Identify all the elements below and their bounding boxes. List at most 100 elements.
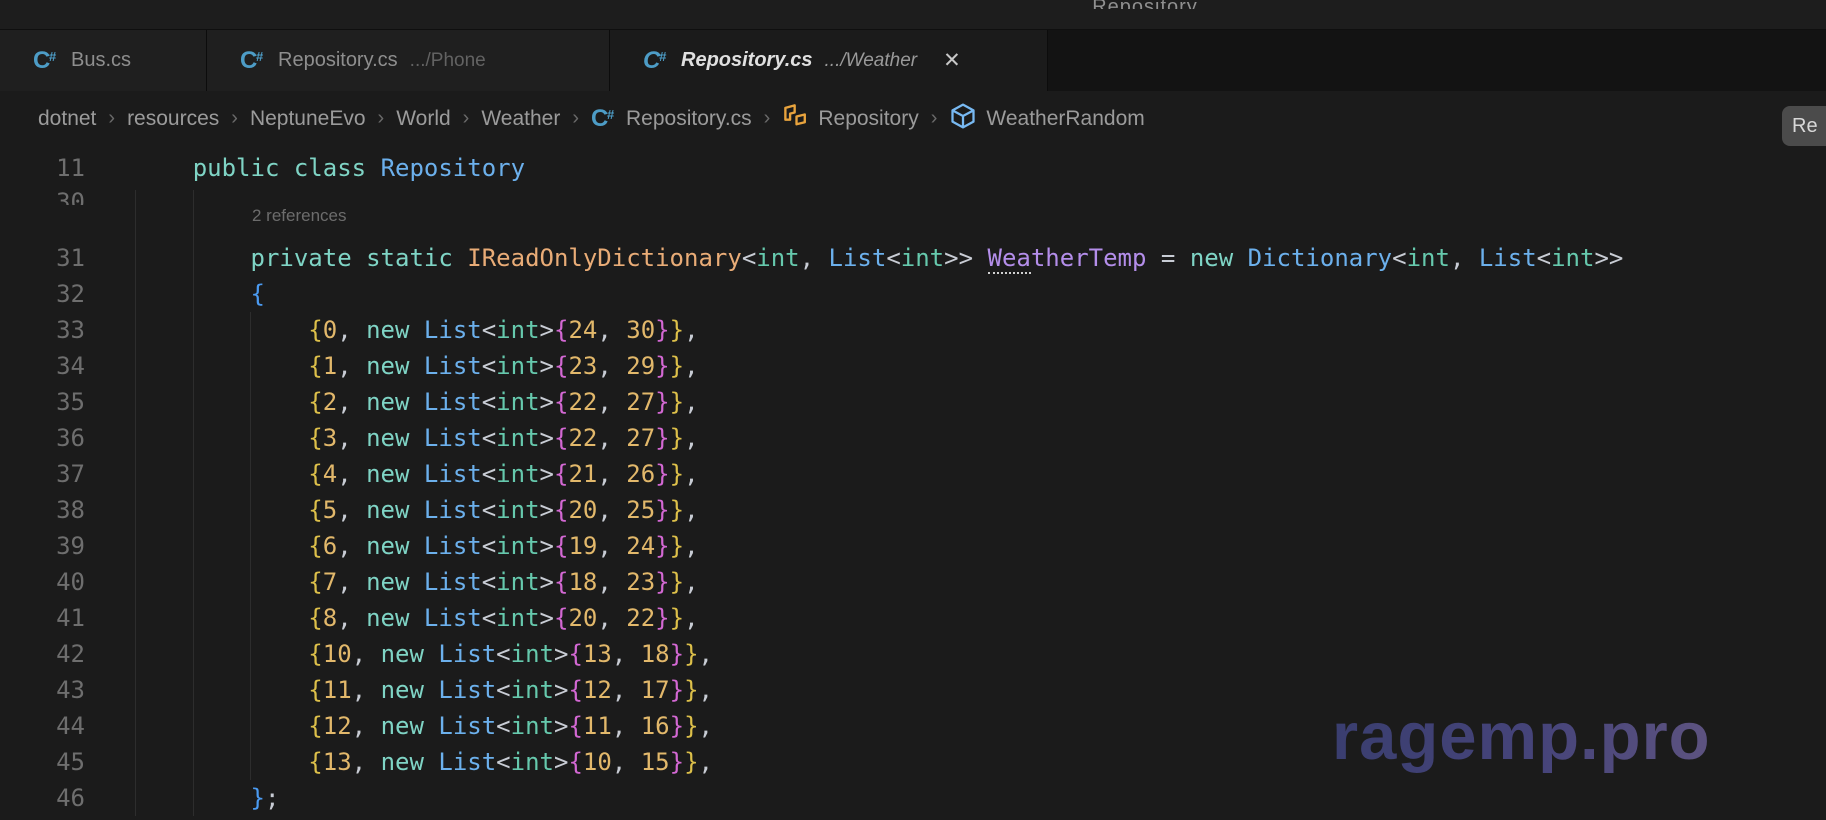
code-token: {	[568, 640, 582, 668]
code-token: new	[381, 676, 424, 704]
breadcrumb-item-weather[interactable]: Weather	[481, 107, 560, 131]
code-token: 18	[641, 640, 670, 668]
tab-repository-phone[interactable]: C#Repository.cs.../Phone	[207, 30, 610, 91]
breadcrumb-item-world[interactable]: World	[396, 107, 450, 131]
code-token: }	[670, 496, 684, 524]
tab-label: Repository.cs	[278, 49, 398, 72]
code-token: public	[193, 154, 280, 182]
code-token: 20	[568, 496, 597, 524]
tab-repository-weather[interactable]: C#Repository.cs.../Weather✕	[610, 30, 1048, 91]
code-line: 32 {	[0, 276, 1826, 312]
re-overlay-button[interactable]: Re	[1782, 106, 1826, 146]
code-token: int	[1551, 244, 1594, 272]
line-number: 32	[0, 276, 85, 312]
code-line: 46 };	[0, 780, 1826, 816]
code-token: ,	[597, 604, 611, 632]
code-token: int	[901, 244, 944, 272]
code-line: 31 private static IReadOnlyDictionary<in…	[0, 240, 1826, 276]
code-token: ,	[352, 748, 366, 776]
close-icon[interactable]: ✕	[943, 50, 961, 71]
code-line-text: {	[106, 276, 265, 312]
code-token: }	[655, 568, 669, 596]
code-token: ,	[684, 460, 698, 488]
tab-path-suffix: .../Weather	[825, 50, 918, 72]
code-token: Dictionary	[1248, 244, 1393, 272]
code-token: <	[886, 244, 900, 272]
code-token: <	[482, 316, 496, 344]
code-token	[106, 154, 193, 182]
code-token: <	[482, 352, 496, 380]
code-token: List	[424, 424, 482, 452]
code-token: ,	[684, 388, 698, 416]
breadcrumb-item-dotnet[interactable]: dotnet	[38, 107, 96, 131]
code-token: 18	[568, 568, 597, 596]
code-token: ,	[699, 676, 713, 704]
code-line: 33 {0, new List<int>{24, 30}},	[0, 312, 1826, 348]
breadcrumb-item-resources[interactable]: resources	[127, 107, 219, 131]
code-token	[279, 154, 293, 182]
code-token: {	[568, 676, 582, 704]
code-line: 41 {8, new List<int>{20, 22}},	[0, 600, 1826, 636]
code-token: 30	[626, 316, 655, 344]
code-token	[106, 316, 308, 344]
code-token: >	[540, 532, 554, 560]
code-token: }	[670, 712, 684, 740]
code-token: int	[511, 676, 554, 704]
code-token: 5	[323, 496, 337, 524]
code-token: {	[554, 460, 568, 488]
code-token: 29	[626, 352, 655, 380]
code-token: ,	[597, 568, 611, 596]
code-line-text: {2, new List<int>{22, 27}},	[106, 384, 699, 420]
code-token: 22	[626, 604, 655, 632]
breadcrumb-item-weatherrandom[interactable]: WeatherRandom	[949, 102, 1144, 136]
code-token: <	[496, 748, 510, 776]
code-token	[352, 496, 366, 524]
csharp-file-icon: C#	[643, 49, 669, 73]
codelens-references[interactable]: 2 references	[252, 202, 347, 230]
code-token: {	[308, 424, 322, 452]
code-token: int	[511, 640, 554, 668]
breadcrumb-label: resources	[127, 107, 219, 131]
code-token	[106, 388, 308, 416]
code-token: new	[366, 352, 409, 380]
breadcrumb-item-neptuneevo[interactable]: NeptuneEvo	[250, 107, 366, 131]
code-token: }	[251, 784, 265, 812]
code-token: }	[684, 712, 698, 740]
sticky-scroll-line[interactable]: 11 public class Repository	[0, 150, 1826, 186]
breadcrumb: dotnet›resources›NeptuneEvo›World›Weathe…	[0, 91, 1826, 146]
code-token: 1	[323, 352, 337, 380]
code-token: <	[482, 424, 496, 452]
code-line-text: public class Repository	[106, 150, 525, 186]
code-token: ,	[684, 568, 698, 596]
code-token: int	[511, 712, 554, 740]
code-token: 12	[323, 712, 352, 740]
code-token	[612, 568, 626, 596]
code-token: 11	[583, 712, 612, 740]
code-token: List	[438, 640, 496, 668]
code-token: {	[568, 748, 582, 776]
tab-bus[interactable]: C#Bus.cs	[0, 30, 207, 91]
breadcrumb-item-repository[interactable]: Repository	[782, 102, 918, 135]
code-token	[352, 388, 366, 416]
code-token: }	[670, 748, 684, 776]
breadcrumb-item-repository-cs[interactable]: C#Repository.cs	[591, 107, 752, 131]
code-token: {	[554, 316, 568, 344]
code-token: 12	[583, 676, 612, 704]
code-token: }	[655, 424, 669, 452]
code-token	[106, 424, 308, 452]
code-token	[366, 748, 380, 776]
code-token: 3	[323, 424, 337, 452]
code-token: 20	[568, 604, 597, 632]
code-token: therTemp	[1031, 244, 1147, 272]
code-token: ,	[597, 496, 611, 524]
code-token: {	[308, 712, 322, 740]
code-token: ,	[800, 244, 814, 272]
code-token	[366, 640, 380, 668]
line-number: 38	[0, 492, 85, 528]
code-token: List	[424, 316, 482, 344]
code-token	[626, 676, 640, 704]
code-token	[366, 676, 380, 704]
code-token	[366, 712, 380, 740]
code-token	[409, 460, 423, 488]
code-token: {	[308, 640, 322, 668]
